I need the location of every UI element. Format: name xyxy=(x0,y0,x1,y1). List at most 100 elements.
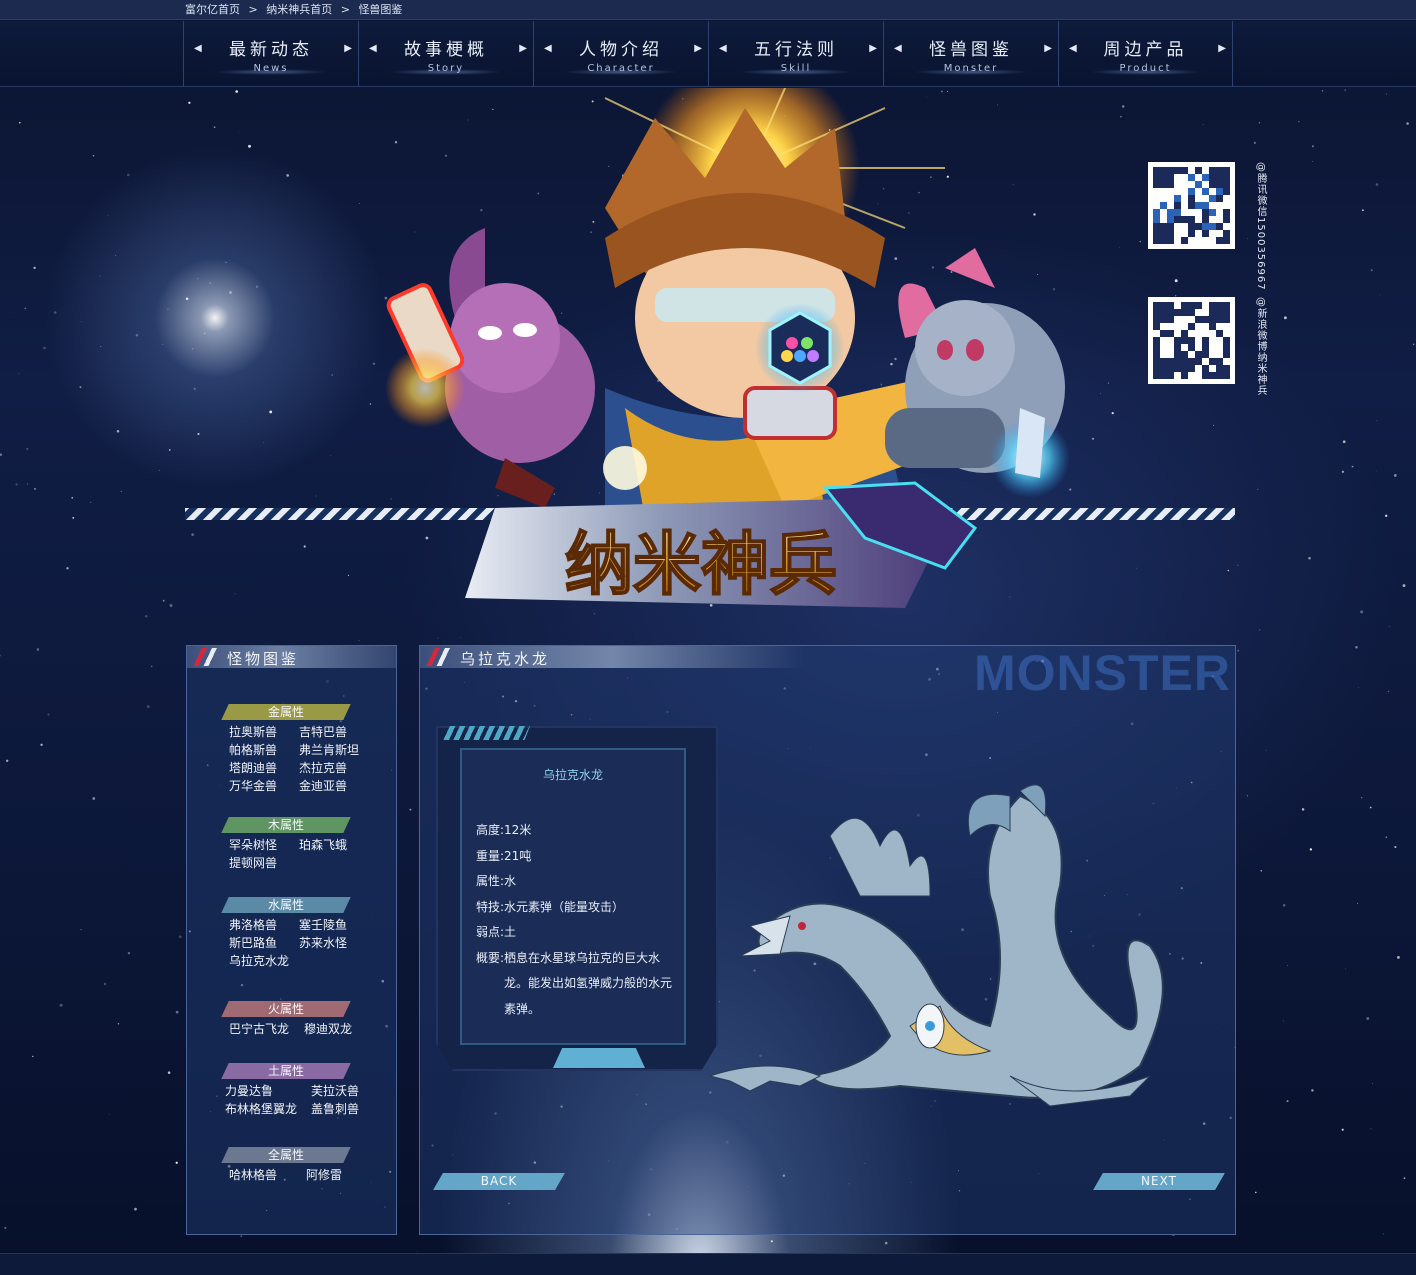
nav-item-story[interactable]: ◀ 故事梗概 Story ▶ xyxy=(358,21,533,87)
qr-module xyxy=(1223,358,1230,365)
star xyxy=(54,311,57,314)
star xyxy=(162,599,165,602)
star xyxy=(1258,122,1261,124)
star xyxy=(135,334,139,337)
panel-title: 怪物图鉴 xyxy=(227,650,300,668)
nav-item-label: 最新动态 xyxy=(229,40,313,60)
next-button[interactable]: NEXT xyxy=(1093,1173,1225,1190)
monster-link[interactable]: 力曼达鲁 xyxy=(225,1083,311,1100)
star xyxy=(1344,968,1346,970)
star xyxy=(1361,797,1363,799)
monster-link[interactable]: 金迪亚兽 xyxy=(299,778,379,795)
attr-tag-earth[interactable]: 土属性 xyxy=(221,1063,351,1079)
monster-link[interactable]: 帕格斯兽 xyxy=(229,742,299,759)
star xyxy=(1341,470,1345,473)
qr-module xyxy=(1202,372,1209,379)
qr-module xyxy=(1202,174,1209,181)
qr-module xyxy=(1202,237,1209,244)
monster-link[interactable]: 斯巴路鱼 xyxy=(229,935,299,952)
qr-module xyxy=(1153,323,1160,330)
qr-module xyxy=(1216,202,1223,209)
monster-link[interactable]: 提顿网兽 xyxy=(229,855,299,872)
star xyxy=(1237,649,1240,652)
arrow-right-icon: ▶ xyxy=(1044,43,1052,54)
monster-link[interactable]: 盖鲁刺兽 xyxy=(311,1101,391,1118)
star xyxy=(90,501,92,503)
attr-tag-fire[interactable]: 火属性 xyxy=(221,1001,351,1017)
qr-module xyxy=(1181,209,1188,216)
qr-module xyxy=(1195,230,1202,237)
attr-tag-metal[interactable]: 金属性 xyxy=(221,704,351,720)
qr-module xyxy=(1223,372,1230,379)
qr-module xyxy=(1216,230,1223,237)
monster-link[interactable]: 吉特巴兽 xyxy=(299,724,379,741)
star xyxy=(1376,470,1378,472)
breadcrumb-separator: > xyxy=(248,3,258,16)
qr-module xyxy=(1167,337,1174,344)
monster-link[interactable]: 弗洛格兽 xyxy=(229,917,299,934)
qr-module xyxy=(1188,316,1195,323)
star xyxy=(240,1235,243,1238)
star xyxy=(134,1207,137,1211)
hero-banner: 纳米神兵 @腾讯微信1500356967 @新浪微博纳米神兵 xyxy=(185,58,1266,638)
monster-link[interactable]: 弗兰肯斯坦 xyxy=(299,742,379,759)
main-nav: ◀ 最新动态 News ▶ ◀ 故事梗概 Story ▶ ◀ 人物介绍 Char… xyxy=(0,21,1416,87)
star xyxy=(66,567,69,570)
attr-tag-all[interactable]: 全属性 xyxy=(221,1147,351,1163)
monster-link[interactable]: 巴宁古飞龙 xyxy=(229,1021,304,1038)
monster-link[interactable]: 杰拉克兽 xyxy=(299,760,379,777)
nav-item-skill[interactable]: ◀ 五行法则 Skill ▶ xyxy=(708,21,883,87)
stat-row-skill: 特技: 水元素弹（能量攻击） xyxy=(476,895,681,921)
monster-link[interactable]: 塞壬陵鱼 xyxy=(299,917,379,934)
attr-tag-wood[interactable]: 木属性 xyxy=(221,817,351,833)
star xyxy=(1369,806,1372,809)
star xyxy=(1412,343,1415,346)
nav-item-product[interactable]: ◀ 周边产品 Product ▶ xyxy=(1058,21,1233,87)
star xyxy=(59,1003,63,1007)
star xyxy=(150,665,153,668)
monster-link[interactable]: 乌拉克水龙 xyxy=(229,953,299,970)
nav-item-character[interactable]: ◀ 人物介绍 Character ▶ xyxy=(533,21,708,87)
star xyxy=(116,430,120,433)
attr-tag-water[interactable]: 水属性 xyxy=(221,897,351,913)
monster-link[interactable]: 苏来水怪 xyxy=(299,935,379,952)
qr-module xyxy=(1223,181,1230,188)
star xyxy=(175,1010,179,1014)
qr-module xyxy=(1209,216,1216,223)
arrow-right-icon: ▶ xyxy=(344,43,352,54)
nav-item-news[interactable]: ◀ 最新动态 News ▶ xyxy=(183,21,358,87)
qr-module xyxy=(1153,174,1160,181)
monster-link[interactable]: 阿修雷 xyxy=(306,1167,386,1184)
monster-link[interactable]: 塔朗迪兽 xyxy=(229,760,299,777)
qr-module xyxy=(1195,174,1202,181)
monster-link[interactable]: 拉奥斯兽 xyxy=(229,724,299,741)
stat-key: 特技: xyxy=(476,899,505,914)
monster-link[interactable]: 罕朵树怪 xyxy=(229,837,299,854)
qr-module xyxy=(1195,188,1202,195)
monster-link[interactable]: 珀森飞蛾 xyxy=(299,837,379,854)
qr-module xyxy=(1223,216,1230,223)
info-card-stats: 高度: 12米 重量: 21吨 属性: 水 特技: 水元素弹（能量攻击） 弱点: 土 概要… xyxy=(476,818,681,1022)
monster-link[interactable]: 布林格堡翼龙 xyxy=(225,1101,311,1118)
purple-creature xyxy=(385,228,595,508)
qr-module xyxy=(1209,344,1216,351)
stat-key: 弱点: xyxy=(476,925,505,939)
nav-item-monster[interactable]: ◀ 怪兽图鉴 Monster ▶ xyxy=(883,21,1058,87)
monster-link[interactable]: 芙拉沃兽 xyxy=(311,1083,391,1100)
star xyxy=(146,705,150,709)
qr-module xyxy=(1209,167,1216,174)
monster-link[interactable]: 穆迪双龙 xyxy=(304,1021,384,1038)
breadcrumb-nano-home-link[interactable]: 纳米神兵首页 xyxy=(266,3,332,16)
star xyxy=(80,321,82,323)
qr-module xyxy=(1195,223,1202,230)
star xyxy=(1308,556,1311,560)
qr-module xyxy=(1223,323,1230,330)
star xyxy=(1321,90,1324,92)
breadcrumb-home-link[interactable]: 富尔亿首页 xyxy=(185,3,240,16)
monster-link[interactable]: 万华金兽 xyxy=(229,778,299,795)
monster-link[interactable]: 哈林格兽 xyxy=(229,1167,306,1184)
nav-item-label: 五行法则 xyxy=(754,40,838,60)
star xyxy=(9,313,11,315)
qr-caption-weibo: @新浪微博纳米神兵 xyxy=(1255,297,1266,396)
back-button[interactable]: BACK xyxy=(433,1173,565,1190)
